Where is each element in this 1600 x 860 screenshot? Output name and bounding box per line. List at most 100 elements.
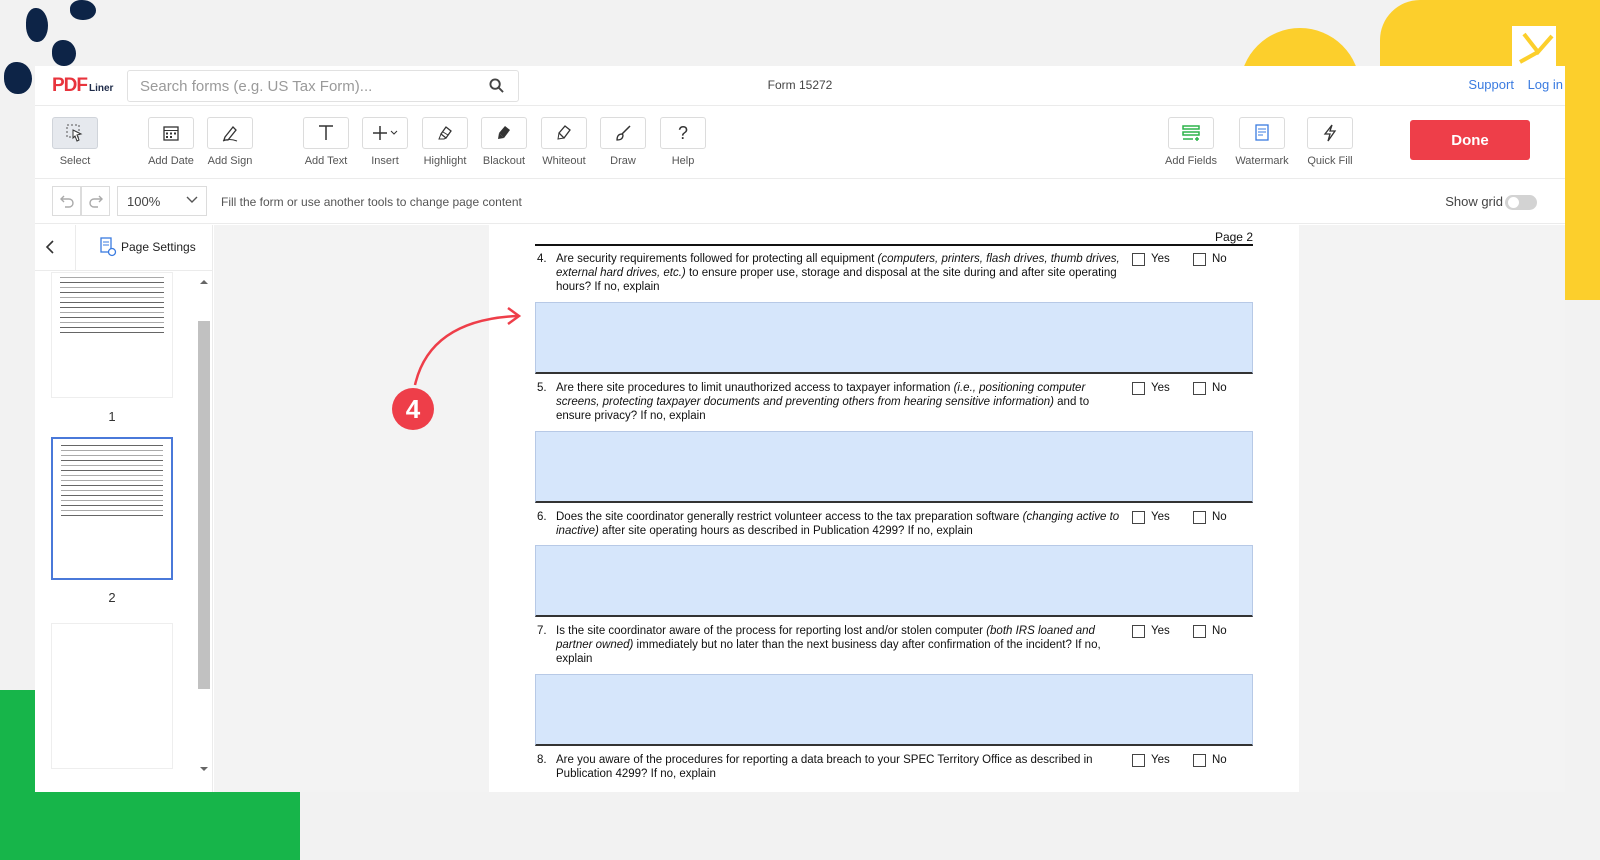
logo-brand: PDF <box>52 75 88 96</box>
page-thumbnail-2[interactable] <box>51 437 173 580</box>
yes-checkbox[interactable] <box>1132 253 1145 266</box>
answer-field-7[interactable] <box>535 674 1253 746</box>
page-number-1: 1 <box>108 409 116 424</box>
tool-highlight[interactable]: Highlight <box>414 117 476 167</box>
signature-icon <box>222 126 238 142</box>
undo-icon <box>59 195 74 208</box>
answer-field-6[interactable] <box>535 545 1253 617</box>
answer-field-5[interactable] <box>535 431 1253 503</box>
page-thumbnail-1[interactable] <box>51 272 173 398</box>
question-number: 5. <box>537 382 547 394</box>
document-page: Page 2 4. Are security requirements foll… <box>489 225 1299 792</box>
tool-add-date[interactable]: Add Date <box>140 117 202 167</box>
tool-label: Blackout <box>482 155 526 167</box>
logo-sub: Liner <box>89 83 114 94</box>
highlighter-icon <box>438 126 452 140</box>
tool-add-sign[interactable]: Add Sign <box>199 117 261 167</box>
yes-label: Yes <box>1151 382 1170 394</box>
yes-checkbox[interactable] <box>1132 625 1145 638</box>
divider <box>75 225 76 271</box>
step-badge: 4 <box>392 388 434 430</box>
tool-add-fields[interactable]: Add Fields <box>1160 117 1222 167</box>
top-bar: PDFLiner Form 15272 Support Log in <box>35 66 1565 106</box>
zoom-select[interactable]: 100% <box>117 186 207 216</box>
tool-select[interactable]: Select <box>44 117 106 167</box>
tool-label: Quick Fill <box>1307 155 1353 167</box>
question-icon: ? <box>677 122 688 143</box>
tool-blackout[interactable]: Blackout <box>473 117 535 167</box>
show-grid-toggle[interactable] <box>1505 195 1537 210</box>
done-button[interactable]: Done <box>1410 120 1530 160</box>
search-icon[interactable] <box>489 78 504 98</box>
question-number: 8. <box>537 754 547 766</box>
page-settings-button[interactable]: Page Settings <box>99 237 196 257</box>
logo[interactable]: PDF Liner <box>52 75 113 97</box>
search-input[interactable] <box>128 71 468 101</box>
answer-field-4[interactable] <box>535 302 1253 374</box>
tool-label: Highlight <box>423 155 467 167</box>
tool-label: Select <box>59 155 91 167</box>
question-number: 6. <box>537 511 547 523</box>
no-label: No <box>1212 253 1227 265</box>
divider <box>535 244 1253 246</box>
decor-dot <box>4 62 32 94</box>
yes-checkbox[interactable] <box>1132 382 1145 395</box>
tool-whiteout[interactable]: Whiteout <box>533 117 595 167</box>
tool-label: Whiteout <box>542 155 586 167</box>
toolbar: Select Add Date Add Sign Add Text Insert… <box>35 107 1565 179</box>
sidebar-header: Page Settings <box>35 225 213 271</box>
tool-draw[interactable]: Draw <box>592 117 654 167</box>
decor-dot <box>70 0 96 20</box>
select-cursor-icon <box>66 124 83 142</box>
zoom-value: 100% <box>127 194 161 209</box>
brand-mark-icon <box>1512 26 1556 72</box>
tool-add-text[interactable]: Add Text <box>295 117 357 167</box>
tool-quick-fill[interactable]: Quick Fill <box>1299 117 1361 167</box>
question-8: 8. Are you aware of the procedures for r… <box>535 753 1253 783</box>
blackout-icon <box>498 126 510 139</box>
yes-label: Yes <box>1151 625 1170 637</box>
tool-label: Add Sign <box>207 155 253 167</box>
redo-button[interactable] <box>81 186 110 216</box>
app-window: PDFLiner Form 15272 Support Log in Selec… <box>35 66 1565 792</box>
tool-label: Draw <box>610 155 636 167</box>
tool-label: Insert <box>371 155 399 167</box>
collapse-sidebar-button[interactable] <box>45 239 55 260</box>
no-checkbox[interactable] <box>1193 754 1206 767</box>
question-text: Is the site coordinator aware of the pro… <box>556 625 1101 665</box>
support-link[interactable]: Support <box>1468 77 1514 92</box>
chevron-left-icon <box>45 240 54 254</box>
no-label: No <box>1212 511 1227 523</box>
page-thumbnail-3[interactable] <box>51 623 173 769</box>
show-grid-label: Show grid <box>1445 194 1503 209</box>
no-checkbox[interactable] <box>1193 625 1206 638</box>
undo-button[interactable] <box>52 186 81 216</box>
page-settings-label: Page Settings <box>121 240 196 254</box>
no-checkbox[interactable] <box>1193 382 1206 395</box>
scrollbar-thumb[interactable] <box>198 321 210 689</box>
chevron-down-icon <box>186 196 198 203</box>
tool-label: Watermark <box>1235 155 1289 167</box>
yes-checkbox[interactable] <box>1132 754 1145 767</box>
lightning-icon <box>1323 124 1337 142</box>
tool-insert[interactable]: Insert <box>354 117 416 167</box>
scroll-up-icon <box>200 280 208 284</box>
annotation-arrow <box>413 306 522 386</box>
question-5: 5. Are there site procedures to limit un… <box>535 381 1253 425</box>
tool-watermark[interactable]: Watermark <box>1231 117 1293 167</box>
page-thumbnails-sidebar: Page Settings 1 2 <box>35 225 213 792</box>
no-checkbox[interactable] <box>1193 511 1206 524</box>
login-link[interactable]: Log in <box>1528 77 1563 92</box>
no-label: No <box>1212 382 1227 394</box>
add-fields-icon <box>1182 125 1200 141</box>
tool-help[interactable]: ? Help <box>652 117 714 167</box>
question-number: 7. <box>537 625 547 637</box>
top-links: Support Log in <box>1458 77 1563 92</box>
decor-dot <box>52 40 76 66</box>
question-4: 4. Are security requirements followed fo… <box>535 252 1253 296</box>
watermark-icon <box>1255 124 1269 141</box>
yes-checkbox[interactable] <box>1132 511 1145 524</box>
no-checkbox[interactable] <box>1193 253 1206 266</box>
calendar-icon <box>163 126 179 141</box>
question-text: Are security requirements followed for p… <box>556 253 1120 293</box>
